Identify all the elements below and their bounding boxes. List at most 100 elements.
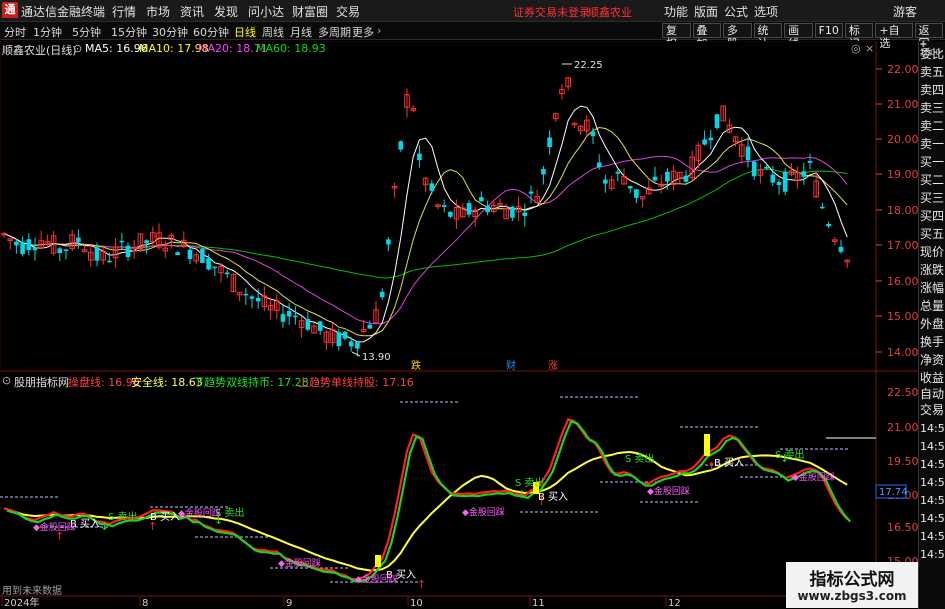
kline-chart[interactable]: 22.00 21.00 20.00 19.00 18.00 17.00 16.0…	[0, 41, 918, 609]
sidebar-item[interactable]: 涨跌	[920, 263, 945, 278]
signal-bar	[704, 434, 710, 456]
chart-tool-buttons: 复权 叠加 多股 统计 画线 F10 标记 +自选 返回	[662, 23, 945, 50]
candle-body	[200, 249, 205, 263]
period-monthly[interactable]: 月线	[290, 24, 312, 40]
menu-formula[interactable]: 公式	[724, 3, 754, 20]
cost-line-red	[3, 417, 849, 581]
indicator-tick: 22.50	[887, 386, 918, 399]
period-weekly[interactable]: 周线	[262, 24, 284, 40]
sell-arrow-icon: ↓	[517, 488, 526, 501]
date-tick: 8	[142, 598, 148, 609]
close-panel-icon[interactable]: ×	[865, 42, 874, 55]
candle-body	[224, 272, 230, 275]
button-statistics[interactable]: 统计	[753, 23, 783, 50]
button-mark[interactable]: 标记	[844, 23, 874, 50]
sidebar-item[interactable]: 买二	[920, 173, 945, 188]
candle-body	[751, 161, 757, 177]
sidebar-item[interactable]: 现价	[920, 245, 945, 260]
candle-body	[770, 174, 776, 183]
menu-function[interactable]: 功能	[664, 3, 694, 20]
period-daily[interactable]: 日线	[234, 24, 256, 40]
sidebar-item[interactable]: 净资	[920, 353, 945, 368]
candle-body	[745, 146, 751, 161]
menu-market[interactable]: 市场	[146, 3, 180, 20]
period-more[interactable]: 更多	[352, 24, 374, 40]
sidebar-item[interactable]: 卖二	[920, 119, 945, 134]
right-menu: 功能 版面 公式 选项	[664, 3, 784, 20]
sidebar-item[interactable]: 卖五	[920, 65, 945, 80]
event-tag-fall[interactable]: 跌	[411, 359, 421, 372]
candle-body	[94, 247, 100, 261]
candle-body	[596, 162, 602, 168]
candle-body	[336, 332, 342, 347]
button-overlay[interactable]: 叠加	[692, 23, 722, 50]
menu-discover[interactable]: 发现	[214, 3, 248, 20]
sidebar-item[interactable]: 买四	[920, 209, 945, 224]
menu-wealth-circle[interactable]: 财富圈	[292, 3, 336, 20]
button-multi-stock[interactable]: 多股	[723, 23, 752, 50]
sidebar-item[interactable]: 买一	[920, 155, 945, 170]
menu-trade[interactable]: 交易	[336, 3, 370, 20]
sidebar-item[interactable]: 自动	[920, 387, 945, 402]
pullback-signal-label: ◆金股回踩	[178, 507, 221, 519]
candle-body	[776, 182, 782, 186]
chart-title[interactable]: 顺鑫农业(日线)	[2, 42, 77, 58]
sidebar-item[interactable]: 换手	[920, 335, 945, 350]
candle-body	[764, 166, 769, 169]
buy-arrow-icon: ↑	[417, 578, 426, 591]
button-draw-line[interactable]: 画线	[784, 23, 813, 50]
more-chevron-icon[interactable]: ›	[377, 24, 381, 37]
sidebar-item[interactable]: 卖三	[920, 101, 945, 116]
sidebar-item[interactable]: 委比	[920, 47, 945, 62]
user-guest[interactable]: 游客	[893, 3, 917, 20]
sidebar-clock: 14:5	[920, 494, 945, 507]
zoom-icon[interactable]: ◎	[851, 42, 861, 55]
candle-body	[379, 291, 385, 298]
sidebar-item[interactable]: 卖一	[920, 137, 945, 152]
button-f10[interactable]: F10	[814, 23, 843, 38]
sidebar-item[interactable]: 买三	[920, 191, 945, 206]
candle-body	[479, 197, 484, 202]
period-1min[interactable]: 1分钟	[33, 24, 62, 40]
period-30min[interactable]: 30分钟	[152, 24, 188, 40]
candle-body	[683, 175, 689, 182]
menu-options[interactable]: 选项	[754, 3, 784, 20]
price-tick: 15.00	[887, 310, 918, 323]
period-multi[interactable]: 多周期	[318, 24, 351, 40]
candle-body	[429, 183, 435, 191]
button-back[interactable]: 返回	[914, 23, 944, 50]
period-15min[interactable]: 15分钟	[111, 24, 147, 40]
sidebar-item[interactable]: 交易	[920, 403, 945, 418]
price-axis: 22.00 21.00 20.00 19.00 18.00 17.00 16.0…	[876, 63, 918, 359]
trade-login-warning[interactable]: 证券交易未登录	[513, 4, 590, 20]
sidebar-item[interactable]: 收益	[920, 371, 945, 386]
signal-bar	[375, 555, 381, 567]
candle-body	[615, 171, 621, 174]
button-adjust[interactable]: 复权	[662, 23, 691, 50]
button-add-watchlist[interactable]: +自选	[875, 23, 913, 50]
chart-settings-icon[interactable]: ⊙	[73, 42, 82, 55]
candle-body	[243, 293, 249, 296]
candle-body	[448, 211, 453, 217]
menu-layout[interactable]: 版面	[694, 3, 724, 20]
menu-market-quotes[interactable]: 行情	[112, 3, 146, 20]
event-tag-finance[interactable]: 财	[506, 359, 516, 372]
period-60min[interactable]: 60分钟	[193, 24, 229, 40]
candle-body	[342, 331, 348, 339]
sell-signal-label: S 卖出	[625, 452, 655, 465]
indicator-title[interactable]: 股朋指标网	[14, 374, 69, 390]
sidebar-item[interactable]: 卖四	[920, 83, 945, 98]
sidebar-item[interactable]: 总量	[920, 299, 945, 314]
menu-ask-assistant[interactable]: 问小达	[248, 3, 292, 20]
candle-body	[305, 318, 311, 330]
period-5min[interactable]: 5分钟	[72, 24, 101, 40]
sidebar-item[interactable]: 买五	[920, 227, 945, 242]
menu-news[interactable]: 资讯	[180, 3, 214, 20]
event-tag-rise[interactable]: 涨	[548, 360, 558, 372]
sidebar-item[interactable]: 涨幅	[920, 281, 945, 296]
candle-body	[317, 321, 323, 331]
watermark-url: www.zbgs3.com	[797, 589, 907, 603]
period-timeshare[interactable]: 分时	[4, 24, 26, 40]
sidebar-item[interactable]: 外盘	[920, 317, 945, 332]
indicator-settings-icon[interactable]: ⊙	[2, 374, 11, 387]
